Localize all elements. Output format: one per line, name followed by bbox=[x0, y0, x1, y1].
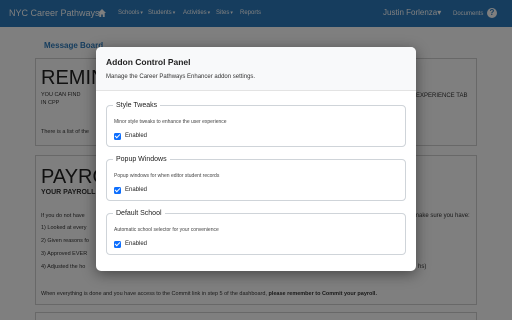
section-description: Minor style tweaks to enhance the user e… bbox=[114, 119, 227, 125]
addon-control-panel-modal: Addon Control Panel Manage the Career Pa… bbox=[96, 47, 416, 271]
style-tweaks-toggle[interactable]: Enabled bbox=[114, 132, 147, 140]
checkbox-label[interactable]: Enabled bbox=[125, 240, 147, 248]
popup-windows-checkbox[interactable] bbox=[114, 186, 121, 194]
section-title: Default School bbox=[113, 209, 165, 218]
style-tweaks-section: Style Tweaks Minor style tweaks to enhan… bbox=[106, 101, 406, 147]
default-school-checkbox[interactable] bbox=[114, 240, 121, 248]
default-school-toggle[interactable]: Enabled bbox=[114, 240, 147, 248]
section-title: Style Tweaks bbox=[113, 101, 161, 110]
section-title: Popup Windows bbox=[113, 155, 170, 164]
popup-windows-toggle[interactable]: Enabled bbox=[114, 186, 147, 194]
modal-subtitle: Manage the Career Pathways Enhancer addo… bbox=[106, 74, 256, 80]
checkbox-label[interactable]: Enabled bbox=[125, 132, 147, 140]
popup-windows-section: Popup Windows Popup windows for when edi… bbox=[106, 155, 406, 201]
default-school-section: Default School Automatic school selector… bbox=[106, 209, 406, 255]
section-description: Popup windows for when editor student re… bbox=[114, 173, 220, 179]
checkbox-label[interactable]: Enabled bbox=[125, 186, 147, 194]
style-tweaks-checkbox[interactable] bbox=[114, 132, 121, 140]
section-description: Automatic school selector for your conve… bbox=[114, 227, 219, 233]
modal-title: Addon Control Panel bbox=[106, 57, 191, 67]
modal-header: Addon Control Panel Manage the Career Pa… bbox=[96, 47, 416, 91]
